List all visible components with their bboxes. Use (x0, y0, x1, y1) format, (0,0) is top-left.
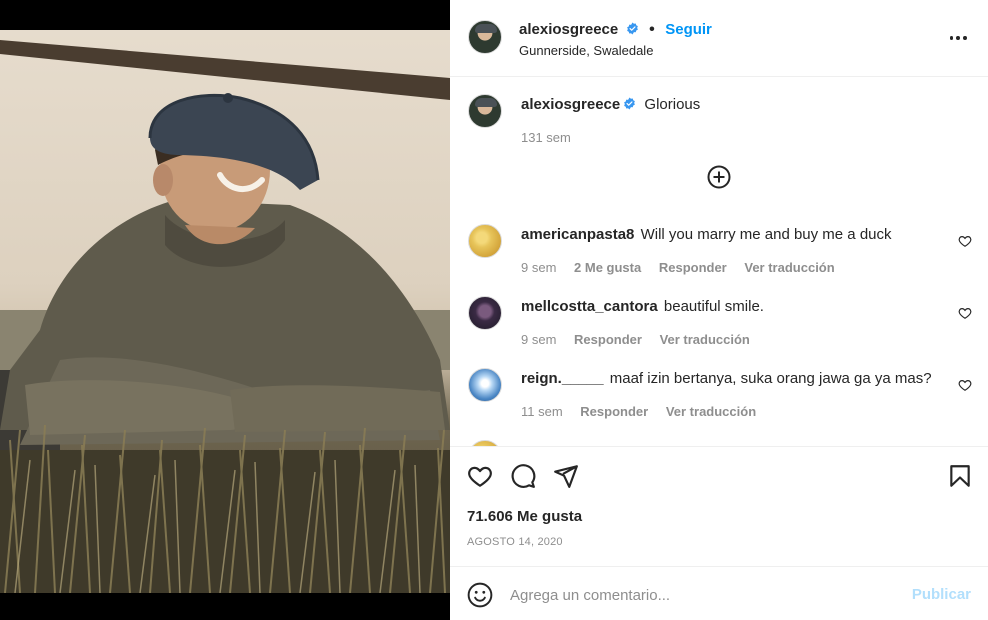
heart-icon[interactable] (467, 463, 493, 489)
comment-body: americanpasta8 Will you marry me and buy… (521, 225, 941, 278)
add-comment-bar: Publicar (450, 566, 988, 620)
comments-list: alexiosgreece Glorious 131 sem americanp… (450, 78, 988, 446)
more-options-icon[interactable] (948, 28, 968, 48)
comment-text: maaf izin bertanya, suka orang jawa ga y… (609, 370, 932, 387)
comment-username[interactable]: reign._____ (521, 370, 604, 387)
comment-likes[interactable]: 2 Me gusta (574, 260, 641, 275)
commenter-avatar[interactable] (468, 224, 502, 258)
post-photo[interactable] (0, 30, 450, 593)
heart-icon[interactable] (958, 306, 972, 320)
follow-button[interactable]: Seguir (665, 21, 712, 38)
bookmark-icon[interactable] (947, 463, 973, 489)
caption-username[interactable]: alexiosgreece (521, 96, 620, 113)
post-date[interactable]: AGOSTO 14, 2020 (467, 536, 563, 548)
comment-meta: 9 sem 2 Me gusta Responder Ver traducció… (521, 258, 941, 278)
publish-button[interactable]: Publicar (912, 586, 971, 603)
comment-bubble-icon[interactable] (510, 463, 536, 489)
comment-body: reign._____ maaf izin bertanya, suka ora… (521, 369, 941, 422)
comment-age[interactable]: 11 sem (521, 404, 563, 419)
author-block: alexiosgreece • Seguir Gunnerside, Swale… (519, 20, 712, 61)
translate-button[interactable]: Ver traducción (666, 404, 756, 419)
author-avatar[interactable] (468, 20, 502, 54)
comment-text: beautiful smile. (663, 298, 764, 315)
comment-text: Will you marry me and buy me a duck (640, 226, 892, 243)
post-photo-illustration (0, 40, 450, 593)
caption-meta: 131 sem (521, 128, 941, 148)
heart-icon[interactable] (958, 234, 972, 248)
post-header: alexiosgreece • Seguir Gunnerside, Swale… (450, 0, 988, 77)
reply-button[interactable]: Responder (580, 404, 648, 419)
comment-body: mellcostta_cantora beautiful smile. 9 se… (521, 297, 941, 350)
caption-body: alexiosgreece Glorious 131 sem (521, 95, 941, 148)
reply-button[interactable]: Responder (659, 260, 727, 275)
comment-age[interactable]: 9 sem (521, 260, 556, 275)
comment-meta: 11 sem Responder Ver traducción (521, 402, 941, 422)
reply-button[interactable]: Responder (574, 332, 642, 347)
verified-badge-icon (624, 97, 636, 110)
comment-username[interactable]: mellcostta_cantora (521, 298, 658, 315)
translate-button[interactable]: Ver traducción (744, 260, 834, 275)
post-actions: 71.606 Me gusta AGOSTO 14, 2020 (450, 446, 988, 566)
commenter-avatar[interactable] (468, 296, 502, 330)
translate-button[interactable]: Ver traducción (660, 332, 750, 347)
commenter-avatar[interactable] (468, 368, 502, 402)
comment-input[interactable] (510, 583, 890, 607)
caption-age[interactable]: 131 sem (521, 130, 571, 145)
comment-age[interactable]: 9 sem (521, 332, 556, 347)
verified-badge-icon (626, 22, 638, 35)
post-sidebar: alexiosgreece • Seguir Gunnerside, Swale… (450, 0, 988, 620)
caption-author-avatar[interactable] (468, 94, 502, 128)
like-count[interactable]: 71.606 Me gusta (467, 508, 582, 525)
author-username[interactable]: alexiosgreece (519, 21, 618, 38)
smiley-icon[interactable] (467, 582, 493, 608)
post-media-panel (0, 0, 450, 620)
caption-text: Glorious (644, 96, 701, 113)
heart-icon[interactable] (958, 378, 972, 392)
post-location[interactable]: Gunnerside, Swaledale (519, 41, 712, 61)
plus-circle-icon[interactable] (707, 165, 731, 189)
comment-username[interactable]: americanpasta8 (521, 226, 634, 243)
paper-plane-icon[interactable] (553, 463, 579, 489)
separator-dot: • (649, 21, 655, 38)
comment-meta: 9 sem Responder Ver traducción (521, 330, 941, 350)
